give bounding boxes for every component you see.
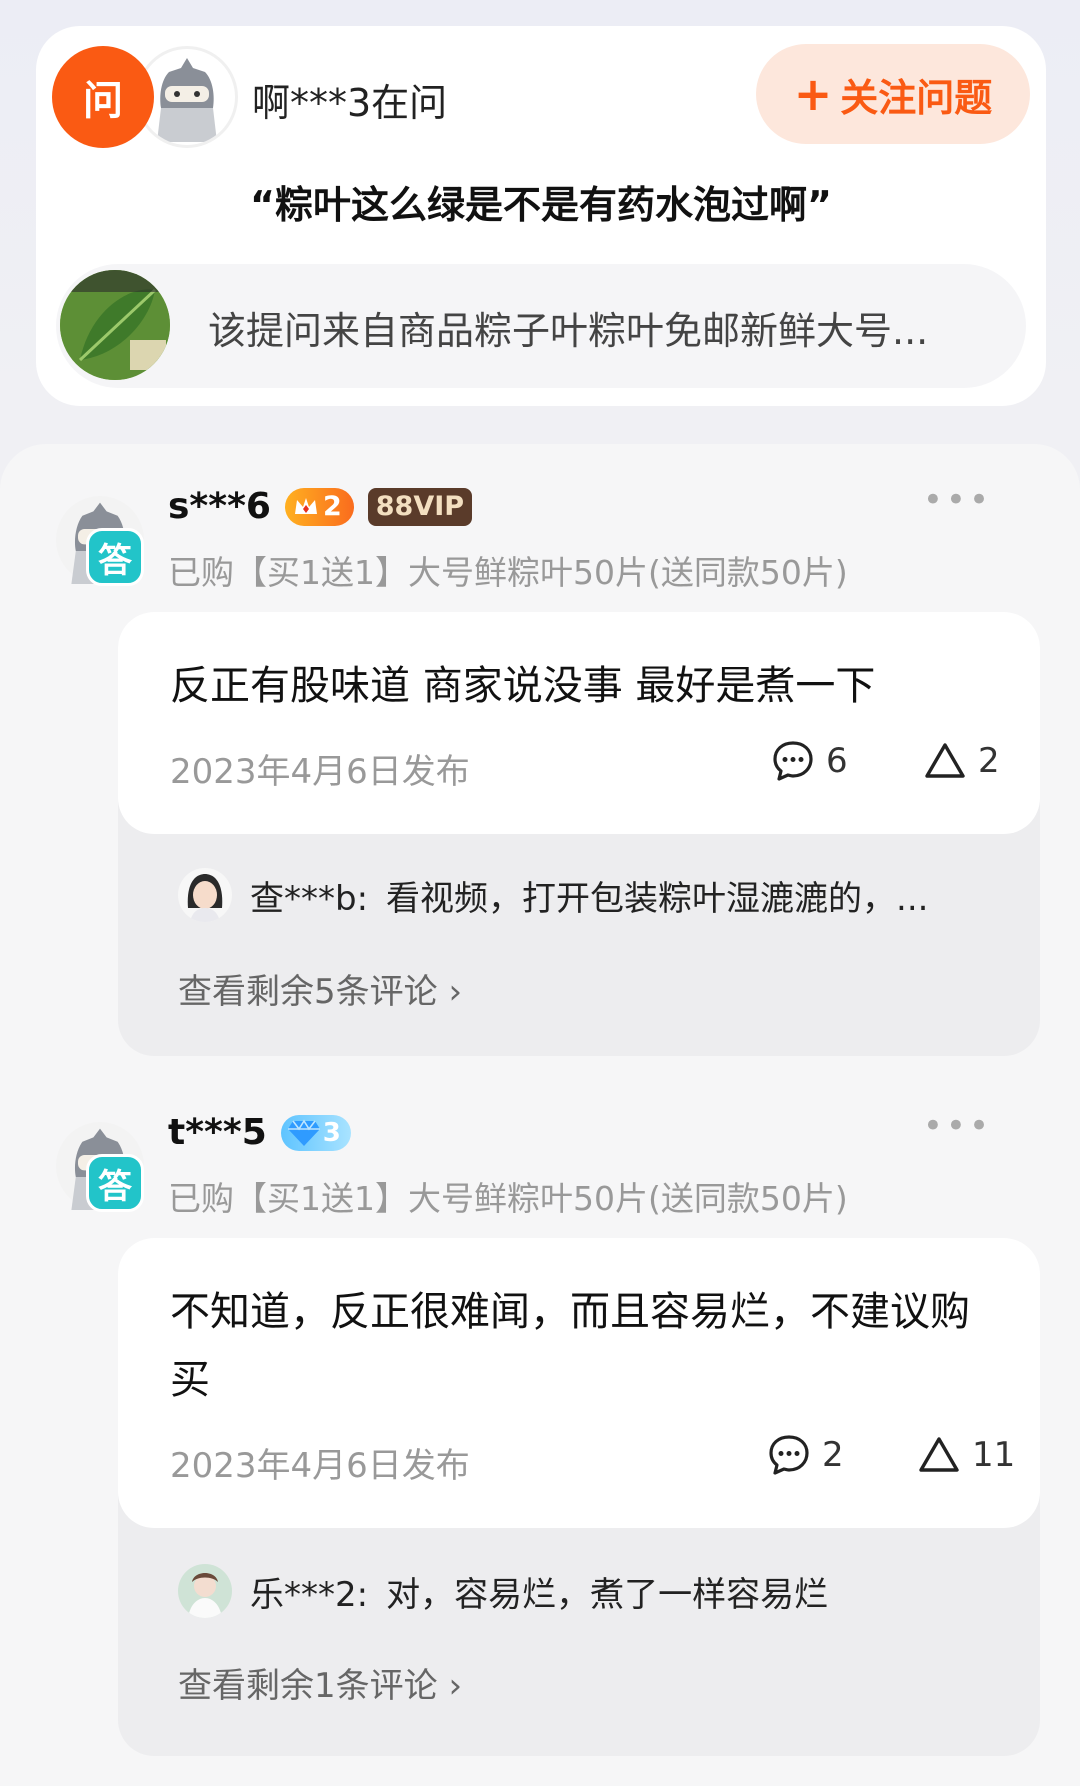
like-count: 2	[978, 741, 1000, 781]
answerer-avatar[interactable]: 答	[56, 496, 144, 586]
follow-question-button[interactable]: + 关注问题	[756, 44, 1030, 144]
answerer-name-row: t***5 3	[168, 1112, 351, 1153]
more-options-icon[interactable]: •••	[923, 480, 992, 520]
reply-avatar	[178, 868, 232, 922]
answer-date: 2023年4月6日发布	[170, 1446, 470, 1486]
leaf-image-icon	[60, 270, 170, 380]
answer-bubble[interactable]: 不知道，反正很难闻，而且容易烂，不建议购买 2023年4月6日发布 2 11	[118, 1238, 1040, 1528]
answerer-name-row: s***6 2 88VIP	[168, 486, 473, 527]
purchase-info: 已购【买1送1】大号鲜粽叶50片(送同款50片)	[168, 553, 848, 592]
answer-badge: 答	[86, 528, 144, 586]
answer-badge: 答	[86, 1154, 144, 1212]
question-badge: 问	[52, 46, 154, 148]
comment-icon	[769, 1435, 809, 1475]
product-source-link[interactable]: 该提问来自商品粽子叶粽叶免邮新鲜大号...	[56, 264, 1026, 388]
answers-panel: 答 s***6 2 88VIP ••• 已购【买1送1】大号鲜粽叶50片(送同款…	[0, 444, 1080, 1786]
level-badge: 3	[280, 1114, 351, 1151]
more-options-icon[interactable]: •••	[923, 1106, 992, 1146]
answer-date: 2023年4月6日发布	[170, 752, 470, 792]
crown-icon	[294, 497, 317, 514]
top-reply[interactable]: 乐***2: 对，容易烂，煮了一样容易烂	[178, 1564, 828, 1618]
plus-icon: +	[793, 67, 833, 121]
level-number: 3	[322, 1117, 341, 1148]
purchase-info: 已购【买1送1】大号鲜粽叶50片(送同款50片)	[168, 1179, 848, 1218]
answer-bubble[interactable]: 反正有股味道 商家说没事 最好是煮一下 2023年4月6日发布 6 2	[118, 612, 1040, 834]
answer-block: 反正有股味道 商家说没事 最好是煮一下 2023年4月6日发布 6 2 查***…	[118, 612, 1040, 1056]
diamond-icon	[287, 1118, 320, 1146]
answerer-name[interactable]: s***6	[168, 486, 271, 527]
like-button[interactable]: 2	[922, 738, 1000, 784]
level-number: 2	[322, 491, 342, 522]
reply-user: 乐***2:	[250, 1574, 369, 1615]
comment-count: 2	[822, 1435, 844, 1475]
comment-count-button[interactable]: 6	[770, 738, 848, 784]
like-button[interactable]: 11	[916, 1432, 1015, 1478]
answerer-name[interactable]: t***5	[168, 1112, 267, 1153]
view-more-comments-link[interactable]: 查看剩余5条评论 ›	[178, 964, 462, 1013]
reply-text: 对，容易烂，煮了一样容易烂	[386, 1574, 829, 1615]
girl-avatar-icon	[178, 868, 232, 922]
follow-label: 关注问题	[840, 75, 993, 120]
answer-text: 不知道，反正很难闻，而且容易烂，不建议购买	[170, 1289, 970, 1403]
question-title: “粽叶这么绿是不是有药水泡过啊”	[250, 183, 832, 227]
product-source-text: 该提问来自商品粽子叶粽叶免邮新鲜大号...	[208, 309, 929, 353]
like-count: 11	[972, 1435, 1016, 1475]
like-triangle-icon	[919, 1437, 959, 1472]
comment-icon	[773, 741, 813, 781]
answer-block: 不知道，反正很难闻，而且容易烂，不建议购买 2023年4月6日发布 2 11 乐…	[118, 1238, 1040, 1756]
girl-photo-avatar-icon	[178, 1564, 232, 1618]
view-more-comments-link[interactable]: 查看剩余1条评论 ›	[178, 1658, 462, 1707]
reply-avatar	[178, 1564, 232, 1618]
reply-text: 看视频，打开包装粽叶湿漉漉的，...	[386, 878, 929, 919]
question-card: 问 啊***3在问 + 关注问题 “粽叶这么绿是不是有药水泡过啊” 该提问来自商…	[36, 26, 1046, 406]
asker-name[interactable]: 啊***3在问	[252, 72, 447, 127]
ninja-avatar-icon	[157, 58, 217, 142]
answerer-avatar[interactable]: 答	[56, 1122, 144, 1212]
answer-text: 反正有股味道 商家说没事 最好是煮一下	[170, 663, 876, 709]
vip-badge: 88VIP	[367, 487, 473, 526]
level-badge: 2	[284, 487, 354, 526]
comment-count-button[interactable]: 2	[766, 1432, 844, 1478]
product-thumbnail	[60, 270, 170, 380]
comment-count: 6	[826, 741, 848, 781]
reply-user: 查***b:	[250, 878, 369, 919]
top-reply[interactable]: 查***b: 看视频，打开包装粽叶湿漉漉的，...	[178, 868, 928, 922]
like-triangle-icon	[925, 743, 965, 778]
